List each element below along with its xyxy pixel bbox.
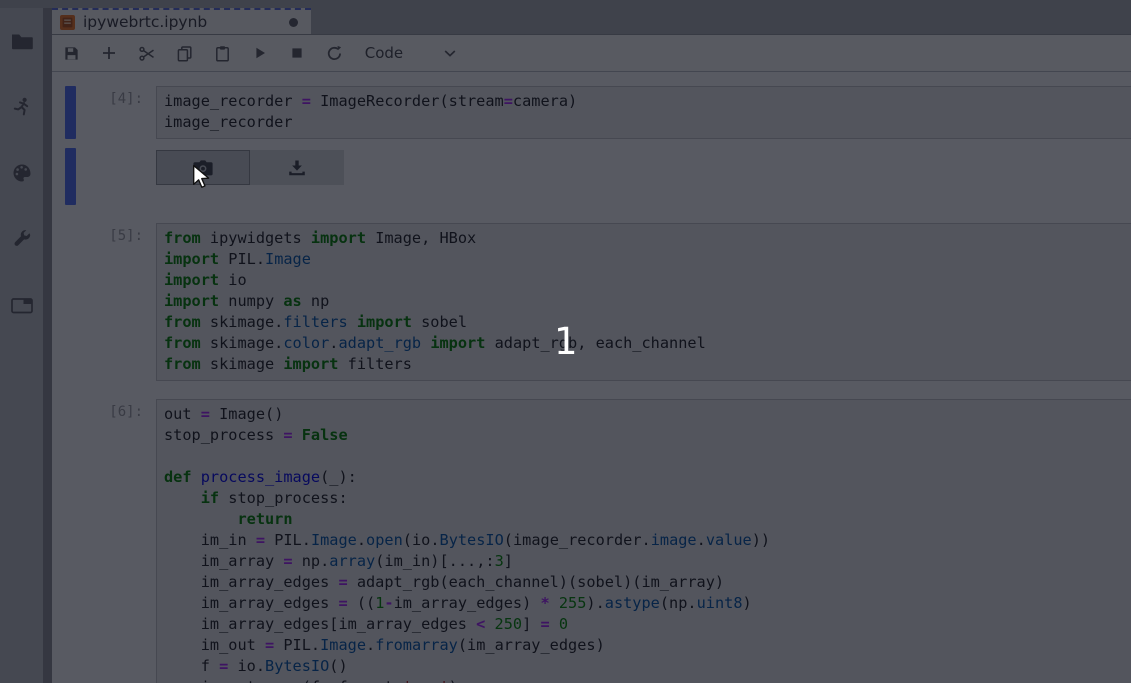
code-line: [164, 446, 1131, 467]
wrench-icon: [12, 229, 32, 249]
sidebar-item-running[interactable]: [0, 74, 43, 140]
restart-kernel-button[interactable]: [316, 38, 354, 68]
code-line: f = io.BytesIO(): [164, 656, 1131, 677]
cell-type-dropdown[interactable]: Code: [365, 44, 456, 62]
cell-input-collapser[interactable]: [65, 399, 76, 683]
code-line: im_in = PIL.Image.open(io.BytesIO(image_…: [164, 530, 1131, 551]
cell-type-value: Code: [365, 44, 403, 62]
code-line: im_array_edges = ((1-im_array_edges) * 2…: [164, 593, 1131, 614]
copy-button[interactable]: [166, 38, 204, 68]
sidebar-item-tools[interactable]: [0, 206, 43, 272]
stop-button[interactable]: [279, 38, 317, 68]
scissors-icon: [138, 45, 155, 62]
runner-icon: [12, 97, 32, 117]
sidebar-border-strip: [43, 8, 52, 683]
paste-button[interactable]: [203, 38, 241, 68]
tab-ipywebrtc[interactable]: ipywebrtc.ipynb: [52, 8, 311, 34]
dirty-indicator-dot[interactable]: [289, 18, 298, 27]
code-line: from skimage.color.adapt_rgb import adap…: [164, 333, 1131, 354]
notebook-toolbar: Code: [52, 35, 1131, 72]
camera-icon: [192, 159, 214, 177]
code-editor[interactable]: from ipywidgets import Image, HBoximport…: [156, 223, 1131, 381]
code-editor[interactable]: image_recorder = ImageRecorder(stream=ca…: [156, 86, 1131, 139]
save-button[interactable]: [53, 38, 91, 68]
cell-input-collapser[interactable]: [65, 223, 76, 381]
folder-icon: [11, 32, 33, 50]
tab-title: ipywebrtc.ipynb: [83, 13, 289, 31]
code-line: if stop_process:: [164, 488, 1131, 509]
code-editor[interactable]: out = Image()stop_process = False def pro…: [156, 399, 1131, 683]
code-line: im_array = np.array(im_in)[...,:3]: [164, 551, 1131, 572]
stop-icon: [289, 45, 305, 61]
notebook-cell: [5]:from ipywidgets import Image, HBoxim…: [52, 223, 1131, 381]
insert-cell-button[interactable]: [91, 38, 129, 68]
save-icon: [63, 45, 80, 62]
download-icon: [287, 159, 307, 177]
sidebar-item-files[interactable]: [0, 8, 43, 74]
execution-count: [5]:: [76, 223, 156, 381]
code-line: import io: [164, 270, 1131, 291]
tab-bar: ipywebrtc.ipynb: [52, 8, 1131, 35]
code-line: image_recorder: [164, 112, 1131, 133]
notebook-cell: [6]: out = Image()stop_process = False def…: [52, 399, 1131, 683]
restart-icon: [326, 45, 343, 62]
code-line: im_out.save(f, format='png'): [164, 677, 1131, 683]
copy-icon: [176, 45, 193, 62]
code-line: from skimage.filters import sobel: [164, 312, 1131, 333]
execution-count: [6]:: [76, 399, 156, 683]
code-line: image_recorder = ImageRecorder(stream=ca…: [164, 91, 1131, 112]
code-line: def process_image(_):: [164, 467, 1131, 488]
code-line: stop_process = False: [164, 425, 1131, 446]
execution-count: [4]:: [76, 86, 156, 139]
sidebar-item-palette[interactable]: [0, 140, 43, 206]
notebook-cell: [4]: image_recorder = ImageRecorder(strea…: [52, 86, 1131, 205]
notebook-area: [4]: image_recorder = ImageRecorder(strea…: [52, 72, 1131, 683]
play-icon: [252, 45, 268, 61]
code-line: return: [164, 509, 1131, 530]
code-line: im_array_edges[im_array_edges < 250] = 0: [164, 614, 1131, 635]
run-button[interactable]: [241, 38, 279, 68]
cell-output-collapser[interactable]: [65, 148, 76, 205]
top-strip: [0, 0, 1131, 8]
code-line: from ipywidgets import Image, HBox: [164, 228, 1131, 249]
code-line: im_out = PIL.Image.fromarray(im_array_ed…: [164, 635, 1131, 656]
code-line: out = Image(): [164, 404, 1131, 425]
cell-input-collapser[interactable]: [65, 86, 76, 139]
camera-snapshot-button[interactable]: [156, 150, 250, 185]
jupyterlab-window: ipywebrtc.ipynb: [0, 0, 1131, 683]
code-line: im_array_edges = adapt_rgb(each_channel)…: [164, 572, 1131, 593]
cut-button[interactable]: [128, 38, 166, 68]
sidebar-item-tabs[interactable]: [0, 272, 43, 338]
plus-icon: [101, 45, 117, 61]
chevron-down-icon: [444, 50, 456, 57]
code-line: import numpy as np: [164, 291, 1131, 312]
code-line: import PIL.Image: [164, 249, 1131, 270]
image-recorder-widget: [156, 148, 1131, 205]
output-prompt: [76, 148, 156, 205]
tabs-icon: [11, 296, 33, 314]
palette-icon: [12, 163, 32, 183]
activity-sidebar: [0, 8, 43, 683]
code-line: from skimage import filters: [164, 354, 1131, 375]
notebook-icon: [60, 15, 75, 30]
clipboard-icon: [214, 45, 231, 62]
download-image-button[interactable]: [250, 150, 344, 185]
